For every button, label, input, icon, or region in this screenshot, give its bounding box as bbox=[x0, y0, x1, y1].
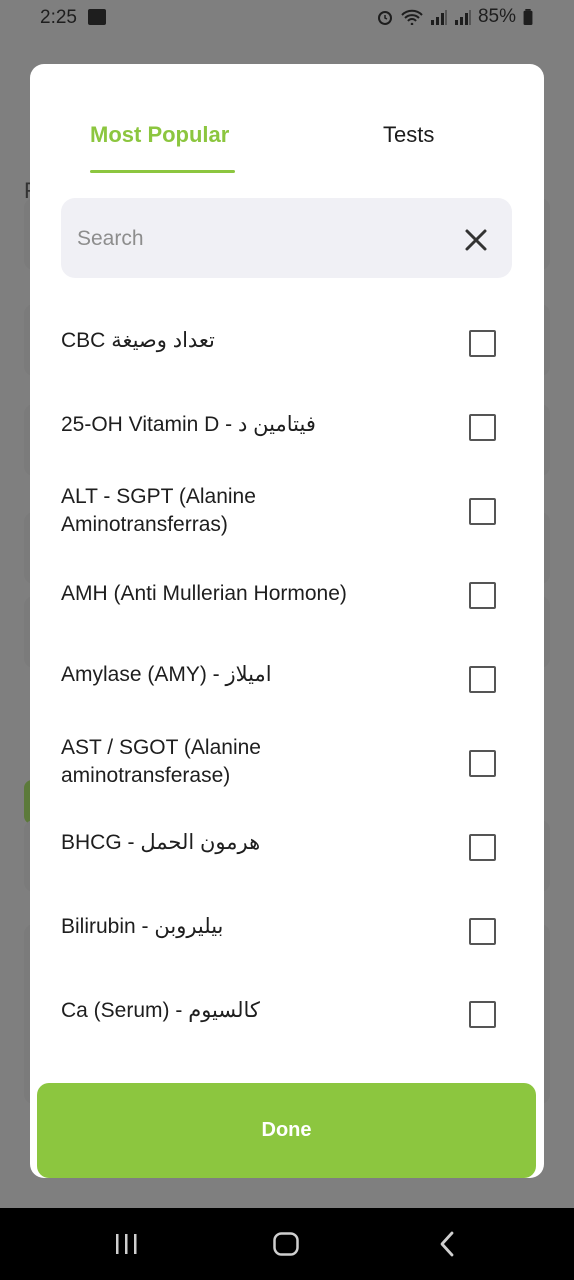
list-item[interactable]: Amylase (AMY) - اميلاز bbox=[30, 636, 544, 720]
wifi-icon bbox=[401, 9, 423, 25]
test-label: Ca (Serum) - كالسيوم bbox=[61, 999, 260, 1022]
list-item[interactable]: Bilirubin - بيليروبن bbox=[30, 888, 544, 972]
tab-tests[interactable]: Tests bbox=[383, 122, 434, 148]
battery-percent: 85% bbox=[477, 6, 516, 27]
checkbox[interactable] bbox=[469, 330, 496, 357]
close-icon[interactable] bbox=[461, 225, 491, 255]
checkbox[interactable] bbox=[469, 414, 496, 441]
test-label: ALT - SGPT (Alanine Aminotransferras) bbox=[61, 485, 256, 536]
checkbox[interactable] bbox=[469, 666, 496, 693]
image-icon bbox=[88, 9, 106, 25]
test-label: AMH (Anti Mullerian Hormone) bbox=[61, 582, 347, 605]
battery-icon bbox=[523, 9, 533, 25]
list-item[interactable]: CBC تعداد وصيغة bbox=[30, 300, 544, 384]
checkbox[interactable] bbox=[469, 834, 496, 861]
list-item[interactable]: Ca (Serum) - كالسيوم bbox=[30, 972, 544, 1056]
test-label: CBC تعداد وصيغة bbox=[61, 329, 215, 352]
test-picker-modal: Most Popular Tests CBC تعداد وصيغة 25-OH… bbox=[30, 64, 544, 1178]
status-time: 2:25 bbox=[40, 7, 77, 28]
test-label: 25-OH Vitamin D - فيتامين د bbox=[61, 413, 316, 436]
checkbox[interactable] bbox=[469, 750, 496, 777]
list-item[interactable]: ALT - SGPT (Alanine Aminotransferras) bbox=[30, 468, 544, 552]
status-icons: 85% bbox=[376, 6, 534, 28]
test-label: Amylase (AMY) - اميلاز bbox=[61, 663, 272, 686]
alarm-icon bbox=[377, 11, 392, 25]
tab-bar: Most Popular Tests bbox=[30, 64, 544, 184]
test-label: AST / SGOT (Alanine aminotransferase) bbox=[61, 736, 261, 787]
back-icon[interactable] bbox=[436, 1230, 458, 1258]
signal-icon bbox=[454, 10, 471, 25]
navigation-bar bbox=[0, 1208, 574, 1280]
signal-icon bbox=[430, 10, 447, 25]
test-label: Bilirubin - بيليروبن bbox=[61, 915, 224, 938]
checkbox[interactable] bbox=[469, 918, 496, 945]
list-item[interactable]: AMH (Anti Mullerian Hormone) bbox=[30, 552, 544, 636]
tab-most-popular[interactable]: Most Popular bbox=[90, 122, 229, 148]
list-item[interactable]: AST / SGOT (Alanine aminotransferase) bbox=[30, 720, 544, 804]
search-box bbox=[61, 198, 512, 280]
search-input[interactable] bbox=[75, 198, 439, 280]
home-icon[interactable] bbox=[272, 1230, 300, 1258]
list-item[interactable]: 25-OH Vitamin D - فيتامين د bbox=[30, 384, 544, 468]
checkbox[interactable] bbox=[469, 1001, 496, 1028]
active-tab-indicator bbox=[90, 170, 235, 173]
list-item[interactable]: BHCG - هرمون الحمل bbox=[30, 804, 544, 888]
done-button[interactable]: Done bbox=[37, 1083, 536, 1178]
checkbox[interactable] bbox=[469, 498, 496, 525]
recent-apps-icon[interactable] bbox=[114, 1230, 138, 1258]
status-bar: 2:25 85% bbox=[0, 0, 574, 34]
test-label: BHCG - هرمون الحمل bbox=[61, 831, 261, 854]
checkbox[interactable] bbox=[469, 582, 496, 609]
